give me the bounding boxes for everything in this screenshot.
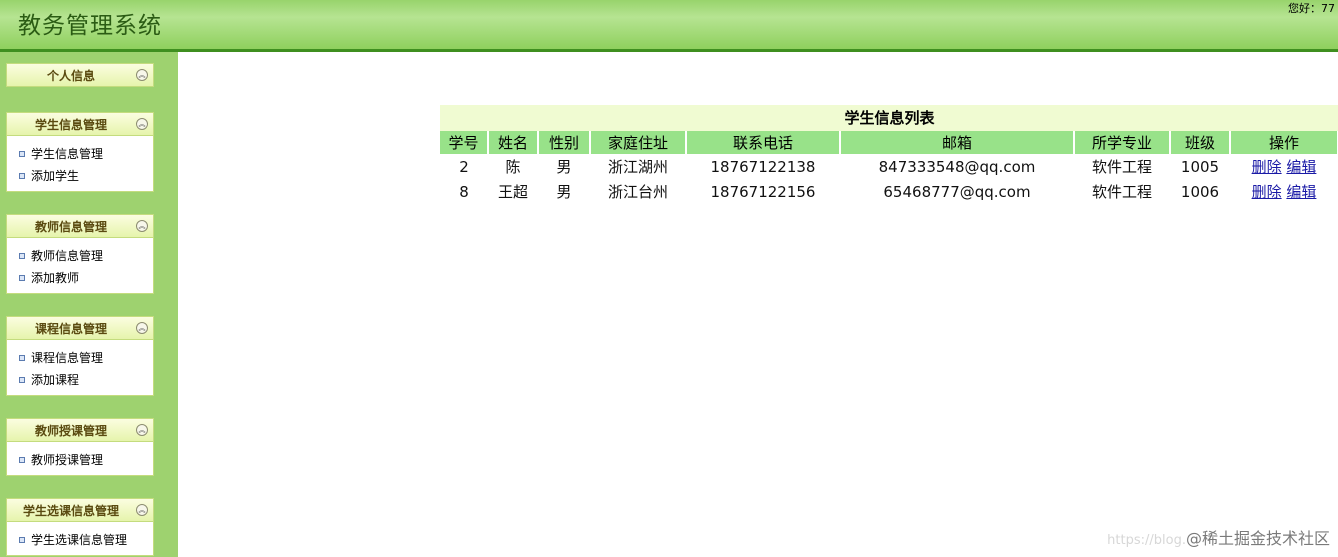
collapse-icon[interactable]: ︽ [136,322,148,334]
column-header-email: 邮箱 [840,131,1075,154]
sidebar-item-label: 添加课程 [31,373,80,387]
cell-address: 浙江湖州 [607,158,668,176]
table-row: 8 王超 男 浙江台州 18767122156 65468777@qq.com … [440,179,1338,204]
app-title: 教务管理系统 [18,13,162,39]
collapse-icon[interactable]: ︽ [136,69,148,81]
cell-name: 陈 [505,158,521,176]
collapse-icon[interactable]: ︽ [136,424,148,436]
sidebar-item-label: 课程信息管理 [31,351,104,365]
cell-phone: 18767122156 [710,182,816,201]
watermark-text: @稀土掘金技术社区 [1185,529,1330,548]
cell-actions: 删除 编辑 [1230,154,1338,179]
cell-gender: 男 [556,183,572,201]
column-header-gender: 性别 [538,131,591,154]
column-header-name: 姓名 [488,131,539,154]
panel-header-course-info[interactable]: 课程信息管理 ︽ [6,316,154,340]
column-header-phone: 联系电话 [686,131,841,154]
watermark-url: https://blog. [1107,533,1186,548]
panel-title: 学生选课信息管理 [22,504,119,518]
app-header: 教务管理系统 您好：77 [0,0,1338,52]
sidebar-item-student-info-manage[interactable]: 学生信息管理 [7,143,153,165]
panel-student-info: 学生信息管理 ︽ 学生信息管理 添加学生 [6,112,154,192]
collapse-icon[interactable]: ︽ [136,220,148,232]
sidebar-item-course-info-manage[interactable]: 课程信息管理 [7,347,153,369]
cell-id: 8 [459,182,469,201]
panel-title: 教师信息管理 [34,220,107,234]
collapse-icon[interactable]: ︽ [136,504,148,516]
column-header-class: 班级 [1170,131,1231,154]
main-content: 学生信息列表 学号 姓名 性别 家庭住址 联系电话 邮箱 所学专业 班级 操作 … [178,52,1338,557]
column-header-major: 所学专业 [1074,131,1171,154]
bullet-icon [19,355,25,361]
sidebar-item-teaching-assignment-manage[interactable]: 教师授课管理 [7,449,153,471]
panel-header-personal-info[interactable]: 个人信息 ︽ [6,63,154,87]
bullet-icon [19,457,25,463]
cell-email: 65468777@qq.com [883,182,1031,201]
panel-title: 课程信息管理 [34,322,107,336]
panel-course-selection: 学生选课信息管理 ︽ 学生选课信息管理 [6,498,154,556]
sidebar-item-teacher-info-manage[interactable]: 教师信息管理 [7,245,153,267]
cell-major: 软件工程 [1091,158,1152,176]
cell-address: 浙江台州 [607,183,668,201]
cell-id: 2 [459,157,469,176]
panel-title: 个人信息 [46,69,95,83]
sidebar-item-label: 添加学生 [31,169,80,183]
panel-header-teaching-assignment[interactable]: 教师授课管理 ︽ [6,418,154,442]
panel-personal-info: 个人信息 ︽ [6,63,154,87]
sidebar-item-label: 学生选课信息管理 [31,533,128,547]
bullet-icon [19,253,25,259]
sidebar-item-label: 教师授课管理 [31,453,104,467]
collapse-icon[interactable]: ︽ [136,118,148,130]
panel-title: 教师授课管理 [34,424,107,438]
sidebar-item-add-teacher[interactable]: 添加教师 [7,267,153,289]
sidebar-item-add-student[interactable]: 添加学生 [7,165,153,187]
bullet-icon [19,377,25,383]
column-header-address: 家庭住址 [590,131,687,154]
user-greeting: 您好：77 [1288,2,1335,15]
cell-email: 847333548@qq.com [878,157,1036,176]
cell-gender: 男 [556,158,572,176]
panel-title: 学生信息管理 [34,118,107,132]
panel-teacher-info: 教师信息管理 ︽ 教师信息管理 添加教师 [6,214,154,294]
edit-link[interactable]: 编辑 [1286,158,1316,176]
student-table: 学生信息列表 学号 姓名 性别 家庭住址 联系电话 邮箱 所学专业 班级 操作 … [440,105,1338,204]
column-header-id: 学号 [440,131,489,154]
edit-link[interactable]: 编辑 [1286,183,1316,201]
cell-actions: 删除 编辑 [1230,179,1338,204]
panel-body: 教师信息管理 添加教师 [6,238,154,294]
table-row: 2 陈 男 浙江湖州 18767122138 847333548@qq.com … [440,154,1338,179]
panel-course-info: 课程信息管理 ︽ 课程信息管理 添加课程 [6,316,154,396]
panel-body: 教师授课管理 [6,442,154,476]
sidebar-item-add-course[interactable]: 添加课程 [7,369,153,391]
delete-link[interactable]: 删除 [1252,183,1282,201]
table-header-row: 学号 姓名 性别 家庭住址 联系电话 邮箱 所学专业 班级 操作 [440,131,1338,154]
sidebar-item-label: 教师信息管理 [31,249,104,263]
panel-header-course-selection[interactable]: 学生选课信息管理 ︽ [6,498,154,522]
cell-class: 1005 [1180,157,1220,176]
bullet-icon [19,275,25,281]
panel-teaching-assignment: 教师授课管理 ︽ 教师授课管理 [6,418,154,476]
panel-body: 学生选课信息管理 [6,522,154,556]
watermark: https://blog.@稀土掘金技术社区 [1107,525,1330,549]
sidebar-item-course-selection-manage[interactable]: 学生选课信息管理 [7,529,153,551]
bullet-icon [19,151,25,157]
panel-header-student-info[interactable]: 学生信息管理 ︽ [6,112,154,136]
cell-name: 王超 [497,183,528,201]
sidebar-item-label: 添加教师 [31,271,80,285]
bullet-icon [19,173,25,179]
sidebar: 个人信息 ︽ 学生信息管理 ︽ 学生信息管理 添加学生 教师信息管理 ︽ 教师信… [0,52,178,557]
cell-major: 软件工程 [1091,183,1152,201]
panel-body: 课程信息管理 添加课程 [6,340,154,396]
bullet-icon [19,537,25,543]
cell-class: 1006 [1180,182,1220,201]
delete-link[interactable]: 删除 [1252,158,1282,176]
column-header-actions: 操作 [1230,131,1338,154]
table-caption: 学生信息列表 [440,105,1338,131]
panel-body: 学生信息管理 添加学生 [6,136,154,192]
sidebar-item-label: 学生信息管理 [31,147,104,161]
panel-header-teacher-info[interactable]: 教师信息管理 ︽ [6,214,154,238]
cell-phone: 18767122138 [710,157,816,176]
